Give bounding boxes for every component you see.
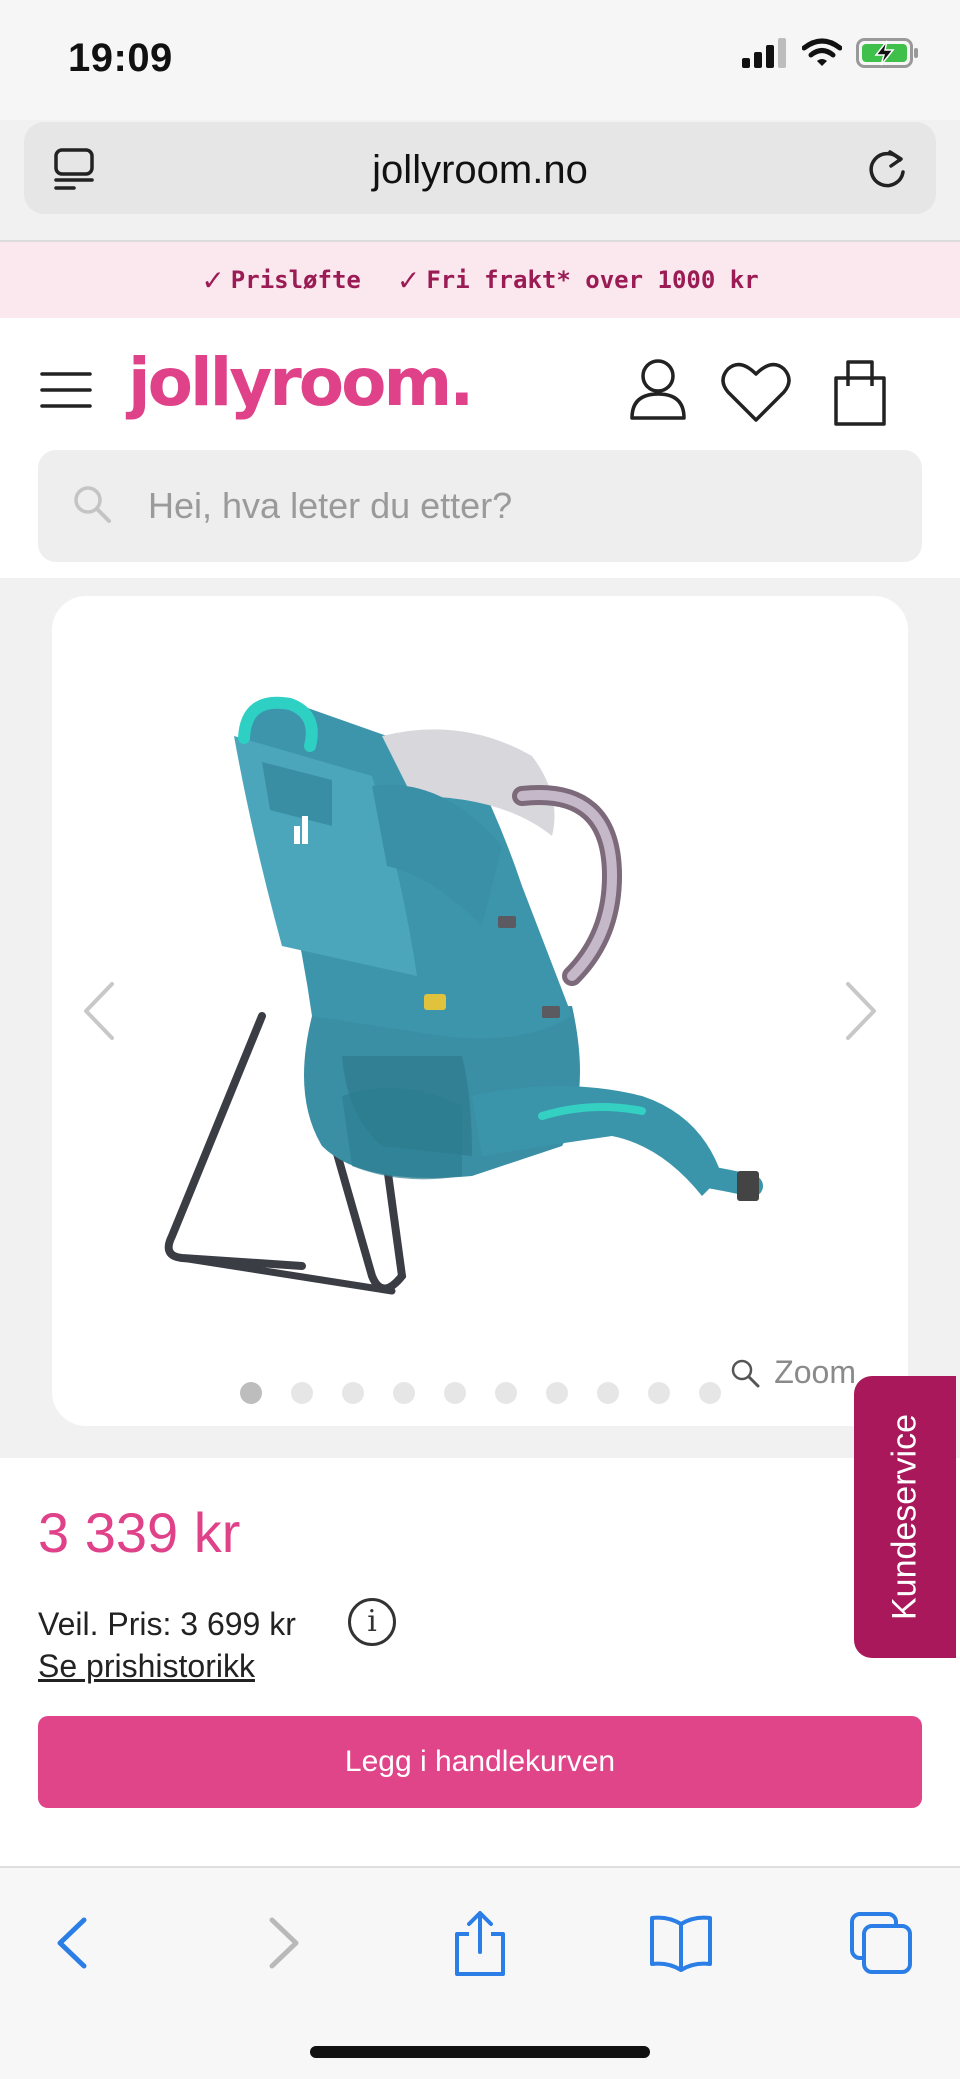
carousel-dot[interactable]	[596, 1382, 619, 1404]
carousel-dot[interactable]	[290, 1382, 313, 1404]
status-time: 19:09	[68, 36, 173, 80]
checkmark-icon: ✓	[396, 263, 421, 297]
status-icons	[742, 38, 920, 68]
promo-label: Fri frakt* over 1000 kr	[426, 266, 759, 294]
recommended-price: Veil. Pris: 3 699 kr	[38, 1606, 296, 1642]
site-logo[interactable]: jollyroom.	[128, 344, 474, 421]
wifi-icon	[802, 38, 842, 66]
customer-service-label: Kundeservice	[885, 1413, 924, 1621]
product-image[interactable]	[142, 676, 822, 1336]
heart-icon[interactable]	[720, 360, 792, 424]
product-price: 3 339 kr	[38, 1501, 241, 1564]
bookmarks-icon[interactable]	[646, 1908, 716, 1978]
product-purchase-panel: 3 339 kr Veil. Pris: 3 699 kr i Se prish…	[0, 1458, 960, 1866]
search-icon	[74, 486, 111, 523]
carousel-dots	[52, 1382, 908, 1404]
info-icon[interactable]: i	[348, 1598, 396, 1646]
carousel-dot[interactable]	[239, 1382, 262, 1404]
carousel-dot[interactable]	[647, 1382, 670, 1404]
price-history-link[interactable]: Se prishistorikk	[38, 1648, 255, 1685]
add-to-cart-button[interactable]: Legg i handlekurven	[38, 1716, 922, 1808]
product-gallery[interactable]: Zoom	[52, 596, 908, 1426]
carousel-dot[interactable]	[698, 1382, 721, 1404]
url-text[interactable]: jollyroom.no	[24, 148, 936, 193]
back-icon[interactable]	[40, 1908, 110, 1978]
carousel-dot[interactable]	[545, 1382, 568, 1404]
battery-charging-icon	[856, 38, 918, 68]
home-indicator	[310, 2046, 650, 2058]
address-bar[interactable]: jollyroom.no	[24, 122, 936, 214]
account-icon[interactable]	[628, 356, 688, 420]
hamburger-menu-icon[interactable]	[40, 370, 92, 410]
checkmark-icon: ✓	[201, 263, 225, 297]
carousel-dot[interactable]	[494, 1382, 517, 1404]
search-box[interactable]	[38, 450, 922, 562]
cellular-signal-icon	[742, 38, 786, 68]
site-header: jollyroom.	[0, 318, 960, 578]
status-bar: 19:09	[0, 0, 960, 120]
browser-toolbar	[0, 1866, 960, 2079]
promo-item: ✓ Fri frakt* over 1000 kr	[397, 264, 759, 297]
customer-service-tab[interactable]: Kundeservice	[854, 1376, 956, 1658]
forward-icon[interactable]	[246, 1908, 316, 1978]
tabs-icon[interactable]	[846, 1908, 916, 1978]
promo-label: Prisløfte	[230, 266, 361, 294]
gallery-section: Zoom	[0, 578, 960, 1458]
carousel-dot[interactable]	[392, 1382, 415, 1404]
promo-item: ✓ Prisløfte	[201, 264, 361, 297]
chevron-right-icon[interactable]	[836, 976, 886, 1046]
carousel-dot[interactable]	[341, 1382, 364, 1404]
search-input[interactable]	[148, 480, 888, 532]
shopping-bag-icon[interactable]	[830, 356, 890, 426]
share-icon[interactable]	[445, 1908, 515, 1978]
promo-bar: ✓ Prisløfte ✓ Fri frakt* over 1000 kr	[0, 242, 960, 318]
carousel-dot[interactable]	[443, 1382, 466, 1404]
chevron-left-icon[interactable]	[74, 976, 124, 1046]
reload-icon[interactable]	[862, 142, 912, 192]
